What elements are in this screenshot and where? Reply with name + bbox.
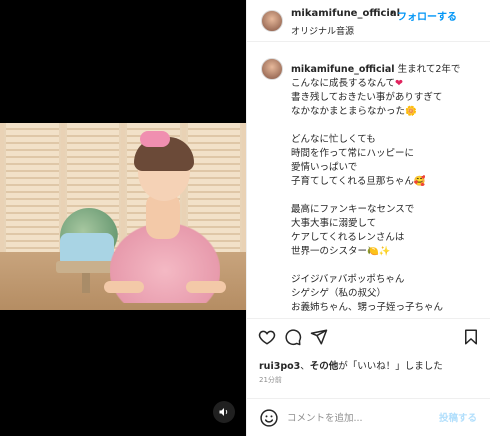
likes-summary: rui3po3、その他が「いいね！」しました [259,361,443,372]
cake [60,233,114,263]
bookmark-icon[interactable] [461,327,481,347]
caption-line2: こんなに成長するなんて [291,78,396,89]
separator-dot: • [389,8,395,19]
post-timestamp[interactable]: 21分前 [259,375,282,385]
comment-row: 投稿する [247,398,490,436]
hair-bow [140,131,170,147]
speaker-icon[interactable] [213,401,235,423]
caption-area: mikamifune_official 生まれて2年で こんなに成長するなんて❤… [247,43,490,313]
header-username[interactable]: mikamifune_official [291,8,400,19]
comment-bubble-icon[interactable] [283,327,303,347]
media-panel [0,0,246,436]
caption-username[interactable]: mikamifune_official [291,64,395,75]
avatar[interactable] [261,10,283,32]
comment-input[interactable] [287,409,437,427]
caption-line1: 生まれて2年で [394,64,461,75]
follow-button[interactable]: フォローする [397,8,457,23]
post-side-panel: mikamifune_official • フォローする オリジナル音源 mik… [246,0,490,436]
action-bar [247,318,490,354]
others-link[interactable]: その他 [310,361,339,372]
cake-stand [56,261,118,273]
caption-avatar[interactable] [261,58,283,80]
liker-username[interactable]: rui3po3 [259,361,300,372]
audio-label[interactable]: オリジナル音源 [291,24,354,37]
caption-body: 書き残しておきたい事がありすぎて なかなかまとまらなかった🌼 どんなに忙しくても… [291,92,444,313]
post-comment-button[interactable]: 投稿する [439,410,477,424]
post-header: mikamifune_official • フォローする オリジナル音源 [247,0,490,42]
paper-plane-icon[interactable] [309,327,329,347]
smiley-icon[interactable] [259,408,279,428]
caption-text: mikamifune_official 生まれて2年で こんなに成長するなんて❤… [291,63,487,313]
heart-outline-icon[interactable] [257,327,277,347]
heart-emoji: ❤ [395,78,403,89]
video-player[interactable] [0,123,246,310]
